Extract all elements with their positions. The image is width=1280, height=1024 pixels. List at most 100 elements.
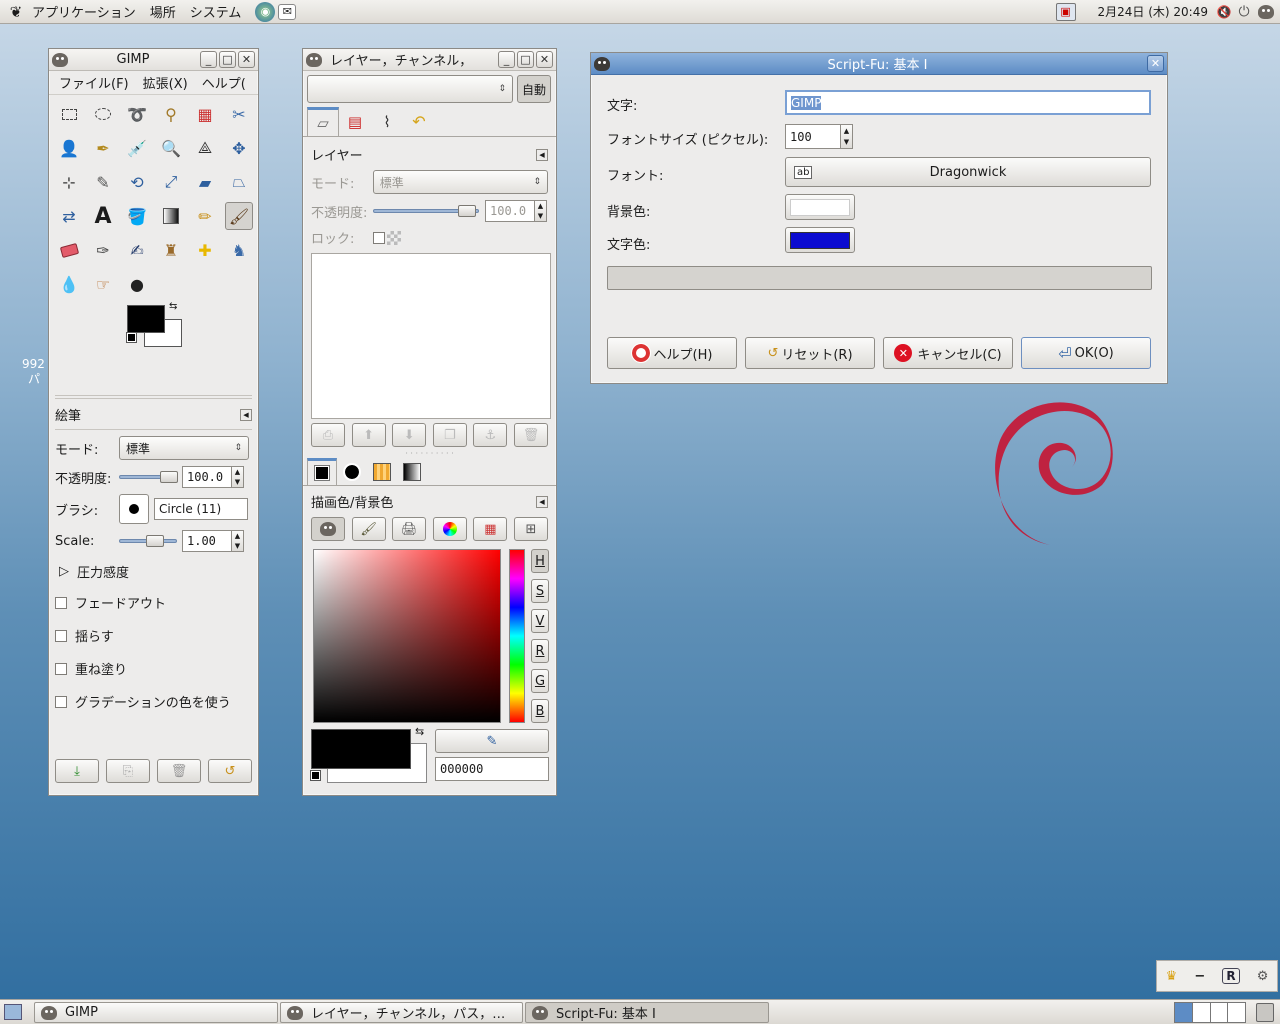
dodge-burn-tool-icon[interactable]: ● (123, 270, 151, 298)
taskbar-item-layers[interactable]: レイヤー，チャンネル，パス，… (280, 1002, 523, 1023)
fade-out-option[interactable]: フェードアウト (55, 593, 252, 612)
blur-tool-icon[interactable]: 💧 (55, 270, 83, 298)
scale-slider[interactable] (119, 535, 177, 547)
rect-select-tool-icon[interactable] (55, 100, 83, 128)
power-icon[interactable]: ⏻ (1234, 2, 1254, 22)
measure-tool-icon[interactable]: ⟁ (191, 134, 219, 162)
scissors-tool-icon[interactable]: ✂ (225, 100, 253, 128)
palette-selector-button[interactable]: ▦ (473, 517, 508, 541)
move-tool-icon[interactable]: ✥ (225, 134, 253, 162)
tab-layers[interactable]: ▱ (307, 107, 339, 136)
places-menu[interactable]: 場所 (150, 2, 176, 21)
layer-opacity-spinner[interactable]: ▲ ▼ (535, 200, 547, 222)
close-button[interactable]: ✕ (536, 51, 553, 68)
gnome-foot-icon[interactable]: ❦ (6, 2, 26, 22)
ok-button[interactable]: ⏎ OK(O) (1021, 337, 1151, 369)
swap-colors-icon[interactable]: ⇆ (169, 301, 177, 312)
scale-input[interactable]: 1.00 (182, 530, 232, 552)
minus-icon[interactable]: − (1194, 969, 1205, 984)
reset-button[interactable]: ↺ リセット(R) (745, 337, 875, 369)
use-gradient-checkbox[interactable] (55, 695, 67, 708)
workspace-3[interactable] (1210, 1003, 1229, 1022)
paths-tool-icon[interactable]: ✒ (89, 134, 117, 162)
opacity-spinner[interactable]: ▲ ▼ (232, 466, 244, 488)
layer-opacity-input[interactable]: 100.0 (485, 200, 535, 222)
incremental-checkbox[interactable] (55, 662, 67, 675)
color-saturation-value-area[interactable] (313, 549, 501, 723)
duplicate-layer-button[interactable]: ❐ (432, 423, 467, 447)
layers-titlebar[interactable]: レイヤー，チャンネル， _ □ ✕ (303, 49, 556, 71)
colors-menu-button[interactable]: ◀ (536, 495, 548, 508)
dock-separator[interactable]: · · · · · · · · · · (303, 449, 556, 458)
select-by-color-tool-icon[interactable]: ▦ (191, 100, 219, 128)
shear-tool-icon[interactable]: ▰ (191, 168, 219, 196)
incremental-option[interactable]: 重ね塗り (55, 659, 252, 678)
desktop-icon-label[interactable]: 992 パ (22, 357, 45, 387)
maximize-button[interactable]: □ (517, 51, 534, 68)
save-options-button[interactable]: ⤓ (55, 759, 99, 783)
system-menu[interactable]: システム (190, 2, 242, 21)
mail-icon[interactable]: ✉ (278, 3, 297, 20)
use-gradient-option[interactable]: グラデーションの色を使う (55, 692, 252, 711)
lower-layer-button[interactable]: ⬇ (392, 423, 427, 447)
default-colors-icon[interactable] (310, 770, 321, 781)
crown-icon[interactable]: ♛ (1166, 969, 1178, 984)
new-layer-button[interactable]: ⎙ (311, 423, 345, 447)
foreground-select-tool-icon[interactable]: 👤 (55, 134, 83, 162)
tab-brushes[interactable] (337, 458, 367, 485)
tab-gradients[interactable] (397, 458, 427, 485)
layers-menu-button[interactable]: ◀ (536, 148, 548, 161)
workspace-2[interactable] (1192, 1003, 1211, 1022)
opacity-slider-knob[interactable] (160, 471, 178, 483)
jitter-option[interactable]: 揺らす (55, 626, 252, 645)
taskbar-item-gimp[interactable]: GIMP (34, 1002, 278, 1023)
tab-paths[interactable]: ⌇ (371, 107, 403, 136)
applications-menu[interactable]: アプリケーション (32, 2, 136, 21)
font-size-input[interactable]: 100 (785, 124, 841, 149)
channel-h-button[interactable]: H (531, 549, 549, 573)
perspective-clone-tool-icon[interactable]: ♞ (225, 236, 253, 264)
reset-options-button[interactable]: ↺ (208, 759, 252, 783)
delete-options-button[interactable]: 🗑 (157, 759, 201, 783)
eyedropper-button[interactable]: ✎ (435, 729, 549, 753)
auto-button[interactable]: 自動 (517, 75, 551, 103)
paintbrush-tool-icon[interactable]: 🖌 (225, 202, 253, 230)
paint-mode-select[interactable]: 標準 ⇕ (119, 436, 249, 460)
text-tool-icon[interactable]: A (89, 202, 117, 230)
channel-s-button[interactable]: S (531, 579, 549, 603)
crop-tool-icon[interactable]: ✎ (89, 168, 117, 196)
airbrush-tool-icon[interactable]: ✑ (89, 236, 117, 264)
web-browser-icon[interactable]: ◉ (255, 1, 276, 22)
swap-colors-icon[interactable]: ⇆ (415, 725, 424, 738)
cancel-button[interactable]: ✕ キャンセル(C) (883, 337, 1013, 369)
workspace-1[interactable] (1175, 1003, 1193, 1022)
channel-b-button[interactable]: B (531, 699, 549, 723)
tab-fg-bg[interactable] (307, 458, 337, 485)
ink-tool-icon[interactable]: ✍ (123, 236, 151, 264)
gimp-selector-button[interactable] (311, 517, 345, 541)
help-menu[interactable]: ヘルプ( (202, 73, 246, 92)
channel-r-button[interactable]: R (531, 639, 549, 663)
watercolor-selector-button[interactable]: 🖌 (351, 517, 386, 541)
eraser-tool-icon[interactable] (55, 236, 83, 264)
opacity-input[interactable]: 100.0 (182, 466, 232, 488)
scale-tool-icon[interactable]: ⤢ (157, 168, 185, 196)
perspective-tool-icon[interactable]: ⏢ (225, 168, 253, 196)
minimize-button[interactable]: _ (200, 51, 217, 68)
scales-selector-button[interactable]: ⊞ (513, 517, 548, 541)
tab-undo[interactable]: ↶ (403, 107, 435, 136)
scale-spinner[interactable]: ▲ ▼ (232, 530, 244, 552)
default-colors-icon[interactable] (126, 332, 137, 343)
workspace-switcher[interactable] (1174, 1002, 1246, 1023)
fuzzy-select-tool-icon[interactable]: ⚲ (157, 100, 185, 128)
panel-clock[interactable]: 2月24日 (木) 20:49 (1098, 3, 1208, 20)
file-menu[interactable]: ファイル(F) (59, 73, 129, 92)
color-picker-tool-icon[interactable]: 💉 (123, 134, 151, 162)
close-button[interactable]: ✕ (238, 51, 255, 68)
r-icon[interactable]: R (1222, 968, 1240, 984)
workspace-4[interactable] (1228, 1003, 1245, 1022)
brush-name-field[interactable]: Circle (11) (154, 498, 248, 520)
hex-color-input[interactable]: 000000 (435, 757, 549, 781)
text-input[interactable]: GIMP (785, 90, 1151, 115)
brush-preview-button[interactable] (119, 494, 149, 524)
